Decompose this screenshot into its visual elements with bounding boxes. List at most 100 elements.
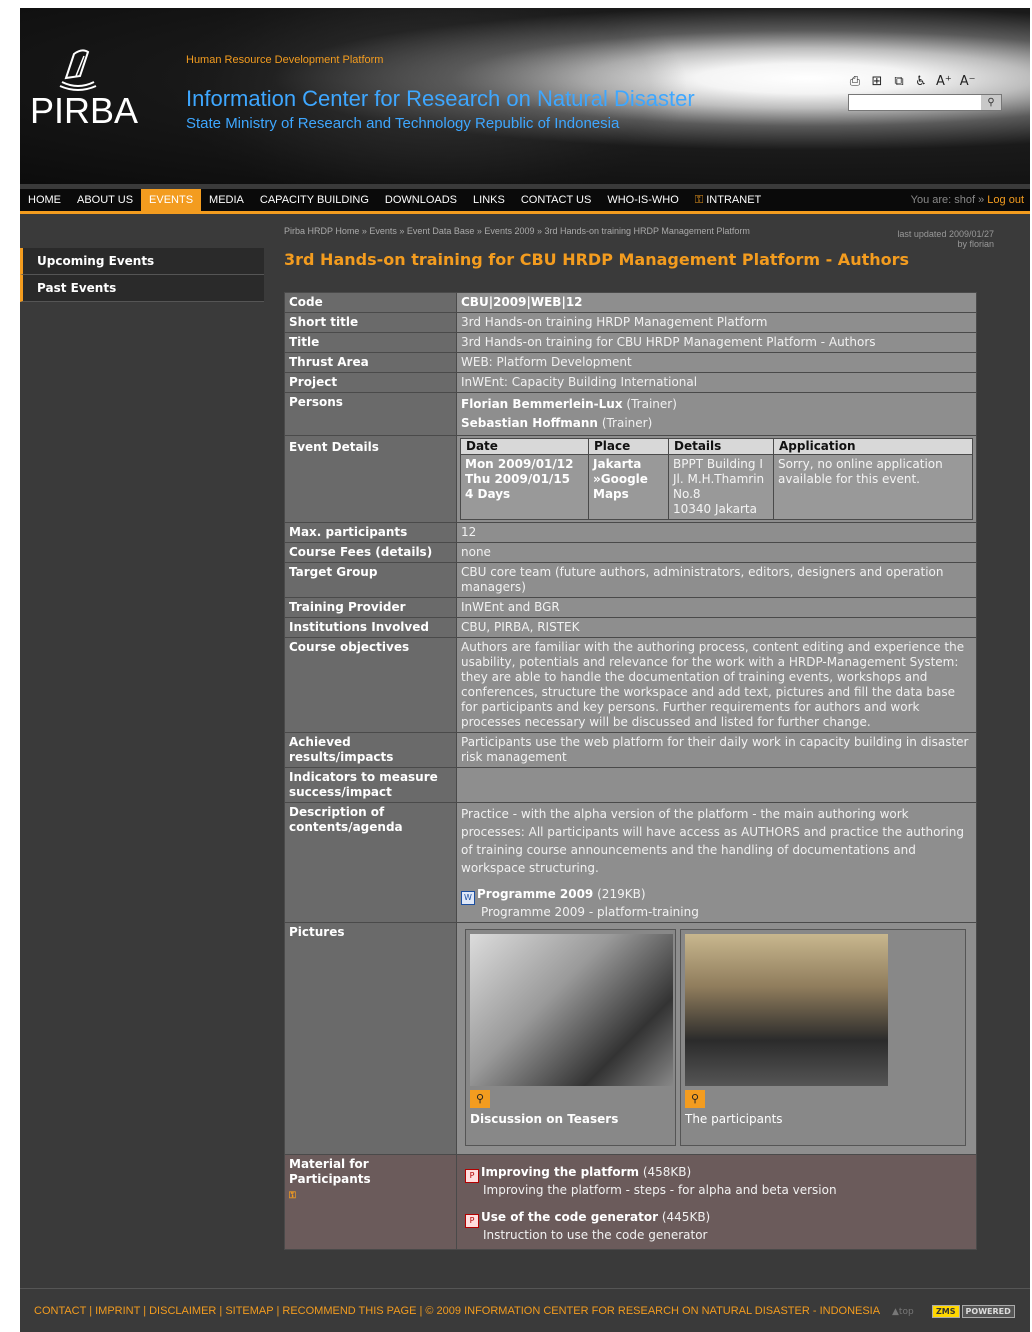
font-decrease-button[interactable]: A⁻ xyxy=(960,74,976,89)
person-entry: Sebastian Hoffmann (Trainer) xyxy=(461,414,972,433)
print-icon[interactable]: ⎙ xyxy=(848,74,862,89)
zoom-icon[interactable]: ⚲ xyxy=(685,1090,705,1108)
picture-gallery: ⚲ Discussion on Teasers ⚲ The participan… xyxy=(465,927,972,1148)
sidebar-item-upcoming-events[interactable]: Upcoming Events xyxy=(20,248,264,275)
file-size: (445KB) xyxy=(661,1210,711,1224)
field-label: Pictures xyxy=(284,922,457,1155)
word-document-icon: W xyxy=(461,891,475,905)
event-details-table: Date Place Details Application Mon 2009/… xyxy=(460,438,973,520)
page-frame: PIRBA Human Resource Development Platfor… xyxy=(20,8,1030,1332)
nav-events[interactable]: EVENTS xyxy=(141,189,202,211)
column-header: Place xyxy=(588,438,669,455)
nav-capacity-building[interactable]: CAPACITY BUILDING xyxy=(252,189,377,211)
sitemap-icon[interactable]: ⊞ xyxy=(870,74,884,89)
footer: CONTACT | IMPRINT | DISCLAIMER | SITEMAP… xyxy=(20,1288,1030,1332)
person-name-link[interactable]: Florian Bemmerlein-Lux xyxy=(461,397,623,411)
place-city: Jakarta xyxy=(593,457,642,471)
venue-line: Jl. M.H.Thamrin xyxy=(673,472,765,486)
nav-intranet-label: INTRANET xyxy=(706,194,762,206)
column-header: Date xyxy=(460,438,589,455)
window-icon[interactable]: ⧉ xyxy=(892,74,906,89)
field-label: Indicators to measure success/impact xyxy=(284,767,457,803)
zoom-icon[interactable]: ⚲ xyxy=(470,1090,490,1108)
photo-participants[interactable] xyxy=(685,934,888,1086)
pictures-value: ⚲ Discussion on Teasers ⚲ The participan… xyxy=(456,922,977,1155)
file-description: Instruction to use the code generator xyxy=(483,1228,708,1242)
nav-home[interactable]: HOME xyxy=(20,189,69,211)
picture-caption: The participants xyxy=(685,1112,783,1126)
end-date: Thu 2009/01/15 xyxy=(465,472,571,486)
google-maps-link[interactable]: »Google Maps xyxy=(593,472,664,502)
page-title: 3rd Hands-on training for CBU HRDP Manag… xyxy=(284,250,910,269)
zms-powered-badge[interactable]: ZMS POWERED xyxy=(932,1305,1015,1318)
google-maps-link-text: »Google xyxy=(593,472,648,486)
field-label[interactable]: Course Fees (details) xyxy=(284,542,457,563)
field-label: Achieved results/impacts xyxy=(284,732,457,768)
table-row: Material for Participants ⚿ P Improving th… xyxy=(284,1154,977,1250)
back-to-top-link[interactable]: ▲top xyxy=(892,1307,914,1317)
field-label: Training Provider xyxy=(284,597,457,618)
nav-contact-us[interactable]: CONTACT US xyxy=(513,189,600,211)
nav-about-us[interactable]: ABOUT US xyxy=(69,189,141,211)
table-row: Code CBU|2009|WEB|12 xyxy=(284,292,977,313)
logo-text[interactable]: PIRBA xyxy=(30,90,138,132)
site-subtitle: State Ministry of Research and Technolog… xyxy=(186,115,620,132)
picture-card: ⚲ The participants xyxy=(680,929,966,1146)
nav-intranet[interactable]: ⚿ INTRANET xyxy=(687,189,769,211)
field-value: WEB: Platform Development xyxy=(456,352,977,373)
photo-discussion[interactable] xyxy=(470,934,673,1086)
attachment: W Programme 2009 (219KB) Programme 2009 -… xyxy=(461,887,972,920)
event-date: Mon 2009/01/12 Thu 2009/01/15 4 Days xyxy=(460,454,589,520)
table-row: Pictures ⚲ Discussion on Teasers ⚲ The p… xyxy=(284,922,977,1155)
search-input[interactable]: ⚲ xyxy=(848,94,1002,111)
font-increase-button[interactable]: A⁺ xyxy=(936,74,952,89)
field-label: Persons xyxy=(284,392,457,436)
description-text: Practice - with the alpha version of the… xyxy=(461,807,964,875)
field-value: 3rd Hands-on training HRDP Management Pl… xyxy=(456,312,977,333)
table-row: Persons Florian Bemmerlein-Lux (Trainer)… xyxy=(284,392,977,436)
person-role: (Trainer) xyxy=(601,416,653,430)
last-updated-date: last updated 2009/01/27 xyxy=(897,229,994,239)
field-label: Short title xyxy=(284,312,457,333)
field-value: 12 xyxy=(456,522,977,543)
nav-downloads[interactable]: DOWNLOADS xyxy=(377,189,465,211)
footer-links[interactable]: CONTACT | IMPRINT | DISCLAIMER | SITEMAP… xyxy=(34,1305,880,1317)
field-label: Description of contents/agenda xyxy=(284,802,457,923)
nav-who-is-who[interactable]: WHO-IS-WHO xyxy=(599,189,686,211)
user-label: You are: shof » xyxy=(910,194,988,206)
code-value: CBU|2009|WEB|12 xyxy=(461,295,583,309)
person-name-link[interactable]: Sebastian Hoffmann xyxy=(461,416,598,430)
column-header: Details xyxy=(668,438,774,455)
search-icon[interactable]: ⚲ xyxy=(981,95,1001,110)
event-info-table: Code CBU|2009|WEB|12 Short title 3rd Hands… xyxy=(284,292,977,1250)
table-row: Description of contents/agenda Practice … xyxy=(284,802,977,923)
accessibility-icon[interactable]: ♿ xyxy=(914,74,928,89)
nav-media[interactable]: MEDIA xyxy=(201,189,252,211)
platform-label: Human Resource Development Platform xyxy=(186,54,384,66)
duration: 4 Days xyxy=(465,487,511,501)
start-date: Mon 2009/01/12 xyxy=(465,457,574,471)
site-header: PIRBA Human Resource Development Platfor… xyxy=(20,8,1030,184)
programme-link[interactable]: Programme 2009 xyxy=(477,887,593,901)
event-venue: BPPT Building I Jl. M.H.Thamrin No.8 103… xyxy=(668,454,774,520)
picture-caption: Discussion on Teasers xyxy=(470,1112,619,1126)
table-row: Course objectives Authors are familiar wi… xyxy=(284,637,977,733)
sidebar-item-past-events[interactable]: Past Events xyxy=(20,275,264,302)
picture-card: ⚲ Discussion on Teasers xyxy=(465,929,676,1146)
logout-link[interactable]: Log out xyxy=(987,194,1024,206)
material-link[interactable]: Improving the platform xyxy=(481,1165,639,1179)
key-icon: ⚿ xyxy=(694,194,704,206)
pdf-icon: P xyxy=(465,1214,479,1228)
field-value: InWEnt and BGR xyxy=(456,597,977,618)
table-row: Course Fees (details) none xyxy=(284,542,977,563)
material-link[interactable]: Use of the code generator xyxy=(481,1210,658,1224)
table-row: Training Provider InWEnt and BGR xyxy=(284,597,977,618)
table-row: Thrust Area WEB: Platform Development xyxy=(284,352,977,373)
key-icon: ⚿ xyxy=(289,1191,296,1201)
table-row: Institutions Involved CBU, PIRBA, RISTEK xyxy=(284,617,977,638)
event-details-value: Date Place Details Application Mon 2009/… xyxy=(456,435,977,523)
site-title: Information Center for Research on Natur… xyxy=(186,86,695,111)
toolbar: ⎙ ⊞ ⧉ ♿ A⁺ A⁻ xyxy=(848,74,976,89)
field-value: CBU core team (future authors, administr… xyxy=(456,562,977,598)
nav-links[interactable]: LINKS xyxy=(465,189,513,211)
